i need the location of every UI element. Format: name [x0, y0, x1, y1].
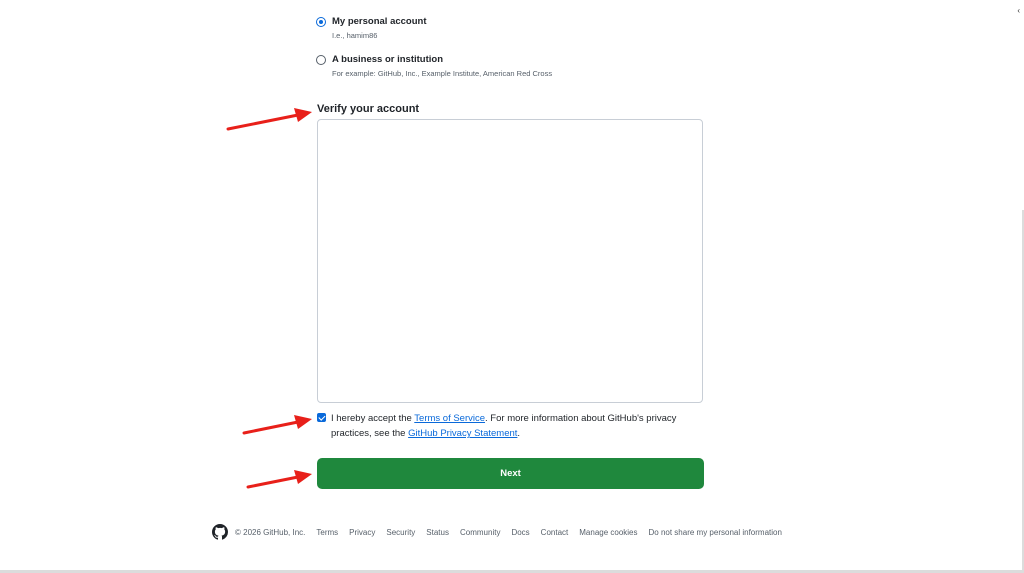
signup-page: My personal account I.e., hamim86 A busi… — [0, 0, 1024, 573]
red-arrow-icon — [226, 108, 312, 131]
footer-link-contact[interactable]: Contact — [541, 528, 569, 537]
footer-link-terms[interactable]: Terms — [316, 528, 338, 537]
captcha-frame[interactable] — [317, 119, 703, 403]
window-edge-mark: ‹ — [1017, 6, 1020, 15]
terms-text: I hereby accept the Terms of Service. Fo… — [331, 411, 707, 441]
radio-business-account[interactable] — [316, 55, 326, 65]
account-option-business[interactable]: A business or institution For example: G… — [316, 54, 552, 78]
verify-section-title: Verify your account — [317, 103, 420, 115]
red-arrow-icon — [242, 415, 312, 435]
footer-link-security[interactable]: Security — [386, 528, 415, 537]
radio-label-business: A business or institution — [332, 54, 444, 65]
terms-text-before: I hereby accept the — [331, 413, 415, 424]
radio-note-business: For example: GitHub, Inc., Example Insti… — [332, 69, 553, 78]
terms-acceptance: I hereby accept the Terms of Service. Fo… — [317, 411, 707, 441]
red-arrow-icon — [246, 470, 312, 489]
radio-personal-account[interactable] — [316, 17, 326, 27]
terms-of-service-link[interactable]: Terms of Service — [414, 413, 485, 424]
footer-link-do-not-share[interactable]: Do not share my personal information — [649, 528, 782, 537]
page-footer: © 2026 GitHub, Inc. Terms Privacy Securi… — [212, 524, 793, 540]
terms-text-after: . — [517, 428, 521, 439]
github-octocat-icon[interactable] — [212, 524, 228, 540]
footer-link-status[interactable]: Status — [426, 528, 449, 537]
radio-label-personal: My personal account — [332, 16, 427, 27]
footer-link-docs[interactable]: Docs — [511, 528, 529, 537]
next-button[interactable]: Next — [317, 458, 704, 489]
footer-link-community[interactable]: Community — [460, 528, 500, 537]
privacy-statement-link[interactable]: GitHub Privacy Statement — [408, 428, 517, 439]
footer-link-privacy[interactable]: Privacy — [349, 528, 375, 537]
footer-link-manage-cookies[interactable]: Manage cookies — [579, 528, 637, 537]
account-option-personal[interactable]: My personal account I.e., hamim86 — [316, 16, 427, 40]
radio-note-personal: I.e., hamim86 — [332, 31, 378, 40]
terms-checkbox[interactable] — [317, 413, 326, 422]
footer-copyright: © 2026 GitHub, Inc. — [235, 527, 306, 537]
